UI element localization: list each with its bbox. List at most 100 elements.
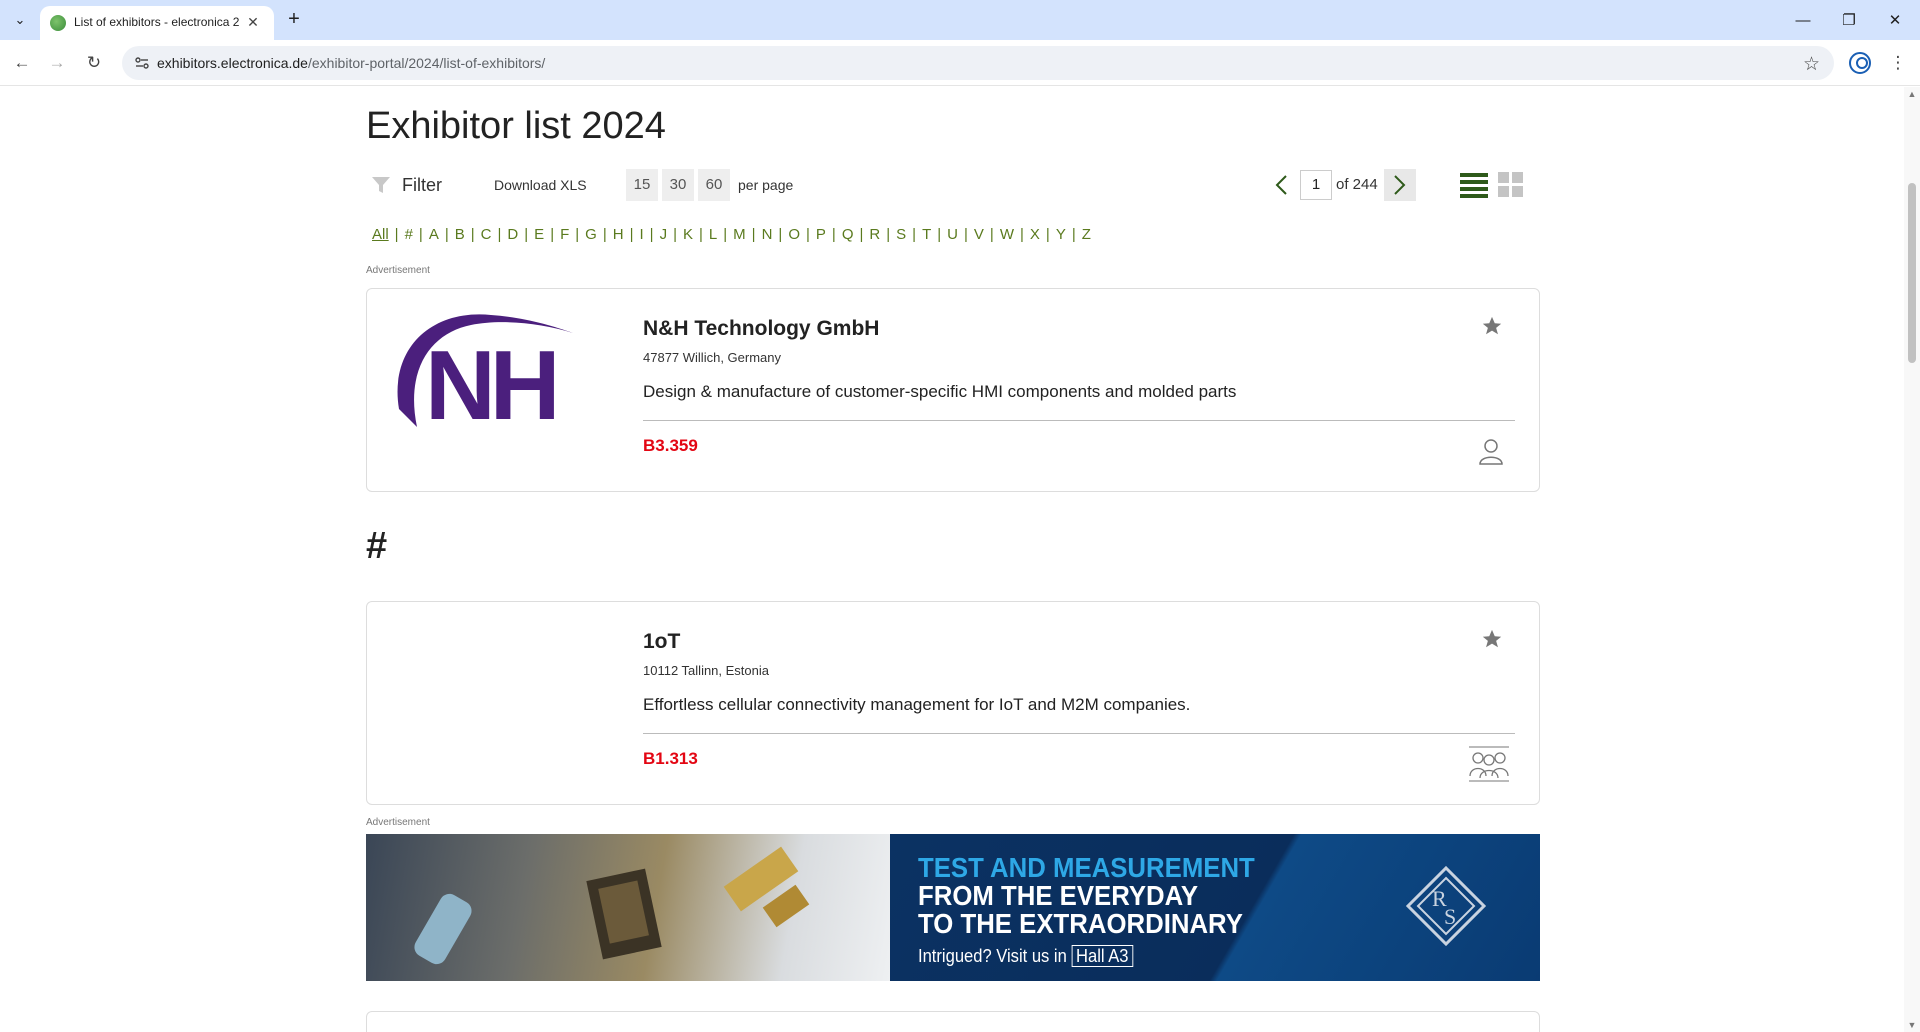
- site-settings-icon[interactable]: [134, 55, 150, 71]
- contact-group-icon[interactable]: [1467, 746, 1511, 782]
- exhibitor-card-featured[interactable]: NH N&H Technology GmbH 47877 Willich, Ge…: [366, 288, 1540, 492]
- alphabet-separator: |: [444, 225, 449, 243]
- banner-cta-text: Intrigued? Visit us in: [918, 946, 1067, 966]
- banner-hall-label: Hall A3: [1071, 945, 1134, 967]
- download-xls-link[interactable]: Download XLS: [494, 177, 587, 193]
- section-heading: #: [366, 525, 388, 567]
- alphabet-letter-c[interactable]: C: [481, 226, 492, 243]
- rohde-schwarz-banner-ad[interactable]: TEST AND MEASUREMENT FROM THE EVERYDAY T…: [366, 834, 1540, 981]
- booth-number[interactable]: B3.359: [643, 436, 698, 456]
- alphabet-filter: All | # | A | B | C | D | E | F | G | H | I | J | K | L | M | N | O | P | Q |…: [372, 223, 1091, 245]
- alphabet-separator: |: [831, 225, 836, 243]
- card-divider: [643, 733, 1515, 734]
- alphabet-letter-j[interactable]: J: [660, 226, 668, 243]
- alphabet-separator: |: [751, 225, 756, 243]
- restore-window-icon[interactable]: ❐: [1826, 0, 1872, 40]
- close-window-icon[interactable]: ✕: [1872, 0, 1918, 40]
- alphabet-separator: |: [723, 225, 728, 243]
- banner-illustration: [414, 846, 810, 965]
- page-scrollbar[interactable]: ▲ ▼: [1904, 87, 1920, 1032]
- scrollbar-thumb[interactable]: [1908, 183, 1916, 363]
- filter-button[interactable]: Filter: [370, 171, 442, 199]
- tab-title: List of exhibitors - electronica 2: [74, 15, 240, 29]
- list-view-icon[interactable]: [1460, 172, 1488, 198]
- exhibitor-name[interactable]: N&H Technology GmbH: [643, 317, 879, 341]
- tab-search-chevron-icon[interactable]: ⌄: [8, 8, 32, 32]
- per-page-30-button[interactable]: 30: [662, 169, 694, 201]
- alphabet-letter-l[interactable]: L: [709, 226, 717, 243]
- alphabet-letter-hash[interactable]: #: [405, 226, 413, 243]
- browser-menu-icon[interactable]: ⋮: [1886, 51, 1910, 75]
- address-bar[interactable]: exhibitors.electronica.de/exhibitor-port…: [122, 46, 1834, 80]
- alphabet-separator: |: [575, 225, 580, 243]
- exhibitor-card[interactable]: 1oT 10112 Tallinn, Estonia Effortless ce…: [366, 601, 1540, 805]
- exhibitor-description: Effortless cellular connectivity managem…: [643, 695, 1191, 714]
- close-tab-icon[interactable]: ✕: [244, 13, 262, 31]
- alphabet-separator: |: [778, 225, 783, 243]
- favorite-star-icon[interactable]: [1481, 628, 1503, 650]
- alphabet-letter-u[interactable]: U: [947, 226, 958, 243]
- alphabet-letter-d[interactable]: D: [507, 226, 518, 243]
- alphabet-separator: |: [629, 225, 634, 243]
- alphabet-letter-t[interactable]: T: [922, 226, 931, 243]
- grid-view-icon[interactable]: [1498, 172, 1524, 198]
- alphabet-letter-w[interactable]: W: [1000, 226, 1014, 243]
- scroll-up-arrow-icon[interactable]: ▲: [1904, 87, 1920, 101]
- scroll-down-arrow-icon[interactable]: ▼: [1904, 1018, 1920, 1032]
- alphabet-letter-k[interactable]: K: [683, 226, 693, 243]
- alphabet-letter-x[interactable]: X: [1030, 226, 1040, 243]
- reload-icon[interactable]: ↻: [82, 51, 106, 75]
- alphabet-letter-z[interactable]: Z: [1082, 226, 1091, 243]
- alphabet-letter-a[interactable]: A: [429, 226, 439, 243]
- alphabet-separator: |: [1071, 225, 1076, 243]
- new-tab-plus-icon[interactable]: +: [282, 8, 306, 32]
- browser-tab[interactable]: List of exhibitors - electronica 2 ✕: [40, 6, 274, 40]
- page-viewport: Exhibitor list 2024 Filter Download XLS …: [0, 87, 1904, 1032]
- exhibitor-location: 10112 Tallinn, Estonia: [643, 663, 770, 678]
- banner-line-3: TO THE EXTRAORDINARY: [918, 908, 1243, 939]
- bookmark-star-icon[interactable]: ☆: [1803, 53, 1820, 76]
- alphabet-letter-f[interactable]: F: [560, 226, 569, 243]
- per-page-15-button[interactable]: 15: [626, 169, 658, 201]
- exhibitor-name[interactable]: 1oT: [643, 630, 680, 654]
- alphabet-separator: |: [937, 225, 942, 243]
- alphabet-letter-s[interactable]: S: [896, 226, 906, 243]
- forward-arrow-icon[interactable]: →: [45, 51, 69, 75]
- total-pages-label: of 244: [1336, 176, 1378, 193]
- list-controls: Filter Download XLS 15 30 60 per page 1 …: [366, 167, 1540, 203]
- alphabet-letter-e[interactable]: E: [534, 226, 544, 243]
- alphabet-separator: |: [886, 225, 891, 243]
- next-page-button[interactable]: [1384, 169, 1416, 201]
- contact-person-icon[interactable]: [1477, 437, 1505, 465]
- page-number-input[interactable]: 1: [1300, 170, 1332, 200]
- alphabet-letter-n[interactable]: N: [762, 226, 773, 243]
- alphabet-letter-h[interactable]: H: [613, 226, 624, 243]
- alphabet-letter-r[interactable]: R: [869, 226, 880, 243]
- alphabet-separator: |: [859, 225, 864, 243]
- alphabet-separator: |: [1019, 225, 1024, 243]
- alphabet-letter-q[interactable]: Q: [842, 226, 854, 243]
- alphabet-separator: |: [989, 225, 994, 243]
- per-page-60-button[interactable]: 60: [698, 169, 730, 201]
- url-host: exhibitors.electronica.de: [157, 55, 308, 71]
- alphabet-letter-g[interactable]: G: [585, 226, 597, 243]
- alphabet-letter-m[interactable]: M: [733, 226, 746, 243]
- alphabet-letter-all[interactable]: All: [372, 226, 389, 243]
- alphabet-letter-b[interactable]: B: [455, 226, 465, 243]
- profile-avatar-icon[interactable]: [1849, 52, 1871, 74]
- advertisement-label: Advertisement: [366, 265, 430, 276]
- alphabet-separator: |: [649, 225, 654, 243]
- site-favicon-icon: [50, 15, 66, 31]
- filter-funnel-icon: [372, 177, 390, 193]
- alphabet-letter-p[interactable]: P: [816, 226, 826, 243]
- previous-page-button[interactable]: [1266, 169, 1296, 201]
- alphabet-letter-y[interactable]: Y: [1056, 226, 1066, 243]
- back-arrow-icon[interactable]: ←: [10, 51, 34, 75]
- booth-number[interactable]: B1.313: [643, 749, 698, 769]
- minimize-window-icon[interactable]: —: [1780, 0, 1826, 40]
- rohde-schwarz-logo: R S: [1406, 866, 1486, 946]
- favorite-star-icon[interactable]: [1481, 315, 1503, 337]
- exhibitor-card-partial[interactable]: [366, 1011, 1540, 1032]
- alphabet-letter-o[interactable]: O: [788, 226, 800, 243]
- alphabet-letter-v[interactable]: V: [974, 226, 984, 243]
